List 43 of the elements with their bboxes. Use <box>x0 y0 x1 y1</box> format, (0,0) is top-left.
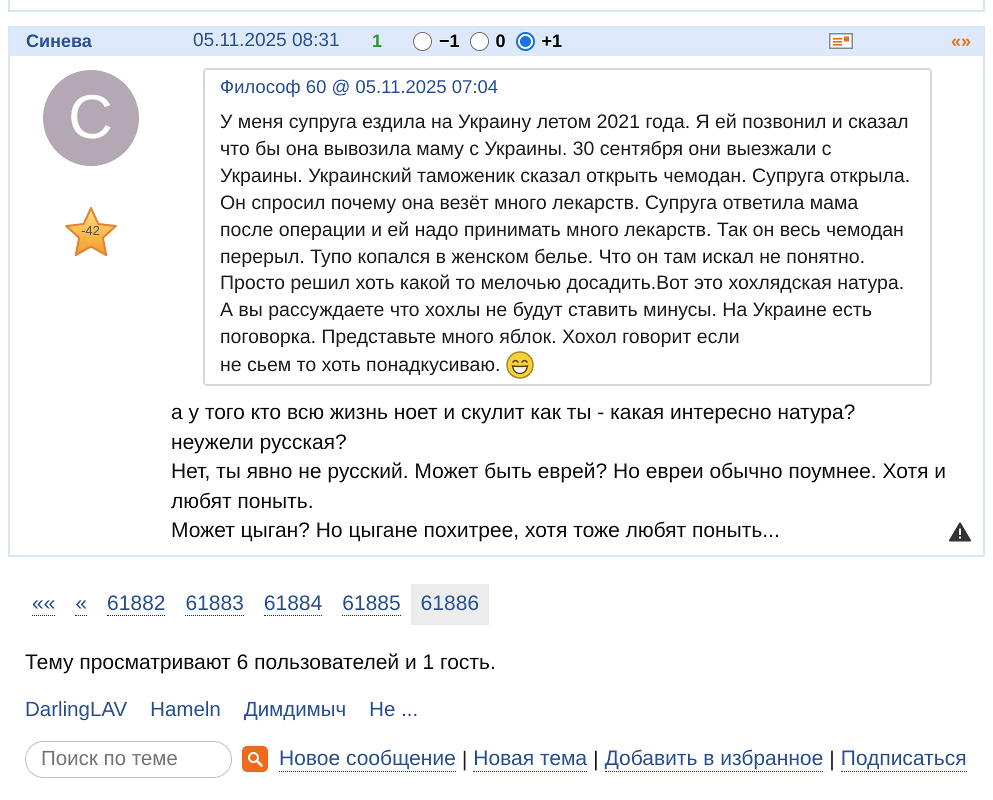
quote-text: не сьем то хоть понадкусиваю. <box>220 352 500 378</box>
laughing-smiley-icon <box>506 351 534 380</box>
rating-value: -42 <box>80 223 101 239</box>
user-link[interactable]: Не ... <box>369 696 418 723</box>
vote-option[interactable]: −1 <box>413 28 460 54</box>
radio-button[interactable] <box>470 32 489 50</box>
link-separator: | <box>829 746 835 772</box>
vote-option[interactable]: 0 <box>470 28 506 54</box>
radio-button[interactable] <box>516 32 535 50</box>
avatar: С <box>42 70 138 166</box>
page-link[interactable]: 61886 <box>410 584 490 625</box>
radio-button[interactable] <box>413 32 432 50</box>
link-separator: | <box>593 746 599 772</box>
user-link[interactable]: DarlingLAV <box>25 696 128 723</box>
page-link[interactable]: «« <box>22 584 66 625</box>
card-icon[interactable] <box>828 33 853 49</box>
page-link[interactable]: 61883 <box>175 584 254 625</box>
post-text-line: Нет, ты явно не русский. Может быть еврей? Но евреи обычно поумнее. Хотя и любят поныть. <box>171 459 948 515</box>
user-link[interactable]: Димдимыч <box>244 696 346 723</box>
warning-icon[interactable] <box>949 522 971 542</box>
post-score: 1 <box>372 30 384 52</box>
vote-option[interactable]: +1 <box>516 28 562 54</box>
quote-author-link[interactable]: Философ 60 @ 05.11.2025 07:04 <box>220 75 498 99</box>
post-text-line: Может цыган? Но цыгане похитрее, хотя тоже любят поныть... <box>171 518 781 544</box>
viewers-summary: Тему просматривают 6 пользователей и 1 гость. <box>25 650 496 676</box>
page-link[interactable]: « <box>65 584 98 625</box>
page-link[interactable]: 61882 <box>97 584 176 625</box>
star-icon <box>64 206 118 258</box>
footer-link[interactable]: Новое сообщение <box>279 746 456 772</box>
post-text-line: неужели русская? <box>171 430 348 456</box>
post-text-line: а у того кто всю жизнь ноет и скулит как ты - какая интересно натура? <box>171 400 856 426</box>
search-button[interactable] <box>242 746 268 772</box>
link-separator: | <box>462 746 468 772</box>
footer-link[interactable]: Новая тема <box>473 746 588 772</box>
user-link[interactable]: Hameln <box>150 696 221 723</box>
search-icon <box>247 751 263 768</box>
author-name[interactable]: Синева <box>26 28 193 54</box>
page-link[interactable]: 61884 <box>254 584 332 625</box>
search-field[interactable]: Поиск по теме <box>25 740 232 778</box>
post-date[interactable]: 05.11.2025 08:31 <box>193 26 372 56</box>
footer-link[interactable]: Добавить в избранное <box>604 746 824 772</box>
footer-link[interactable]: Подписаться <box>840 746 967 772</box>
page-link[interactable]: 61885 <box>332 584 411 625</box>
